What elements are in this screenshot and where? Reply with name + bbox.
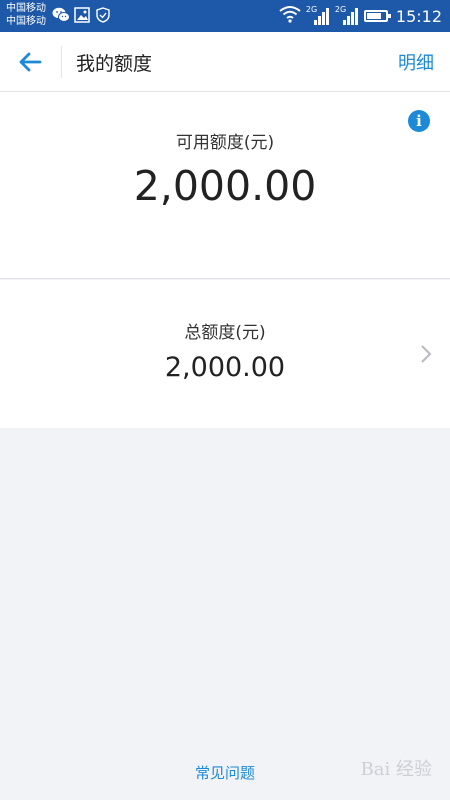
watermark-logo: Bai 经验 (360, 759, 432, 780)
header-divider (61, 46, 62, 78)
carrier-2: 中国移动 (6, 16, 46, 27)
status-bar: 中国移动 中国移动 2G 2G 15:12 (0, 0, 450, 32)
wifi-icon (279, 5, 301, 27)
available-credit-amount: 2,000.00 (133, 162, 317, 210)
detail-link[interactable]: 明细 (398, 49, 434, 75)
shield-icon (96, 7, 110, 27)
signal-icon: 2G (335, 6, 359, 26)
image-icon (74, 7, 90, 27)
status-right: 2G 2G 15:12 (279, 0, 442, 32)
carrier-1: 中国移动 (6, 3, 46, 14)
total-credit-label: 总额度(元) (184, 323, 266, 343)
available-credit-card: i 可用额度(元) 2,000.00 (0, 92, 450, 279)
battery-icon (363, 10, 391, 22)
total-credit-amount: 2,000.00 (164, 352, 286, 383)
back-button[interactable] (14, 46, 46, 78)
wechat-icon (52, 7, 70, 27)
arrow-left-icon (19, 52, 42, 72)
page-title: 我的额度 (76, 53, 153, 75)
carrier-info: 中国移动 中国移动 (6, 2, 46, 28)
available-credit-label: 可用额度(元) (175, 133, 275, 153)
app-header: 我的额度 明细 (0, 32, 450, 92)
signal-icon: 2G (306, 6, 330, 26)
total-credit-row[interactable]: 总额度(元) 2,000.00 (0, 280, 450, 428)
battery-level (366, 13, 381, 19)
clock: 15:12 (395, 6, 442, 26)
chevron-right-icon (420, 344, 432, 364)
